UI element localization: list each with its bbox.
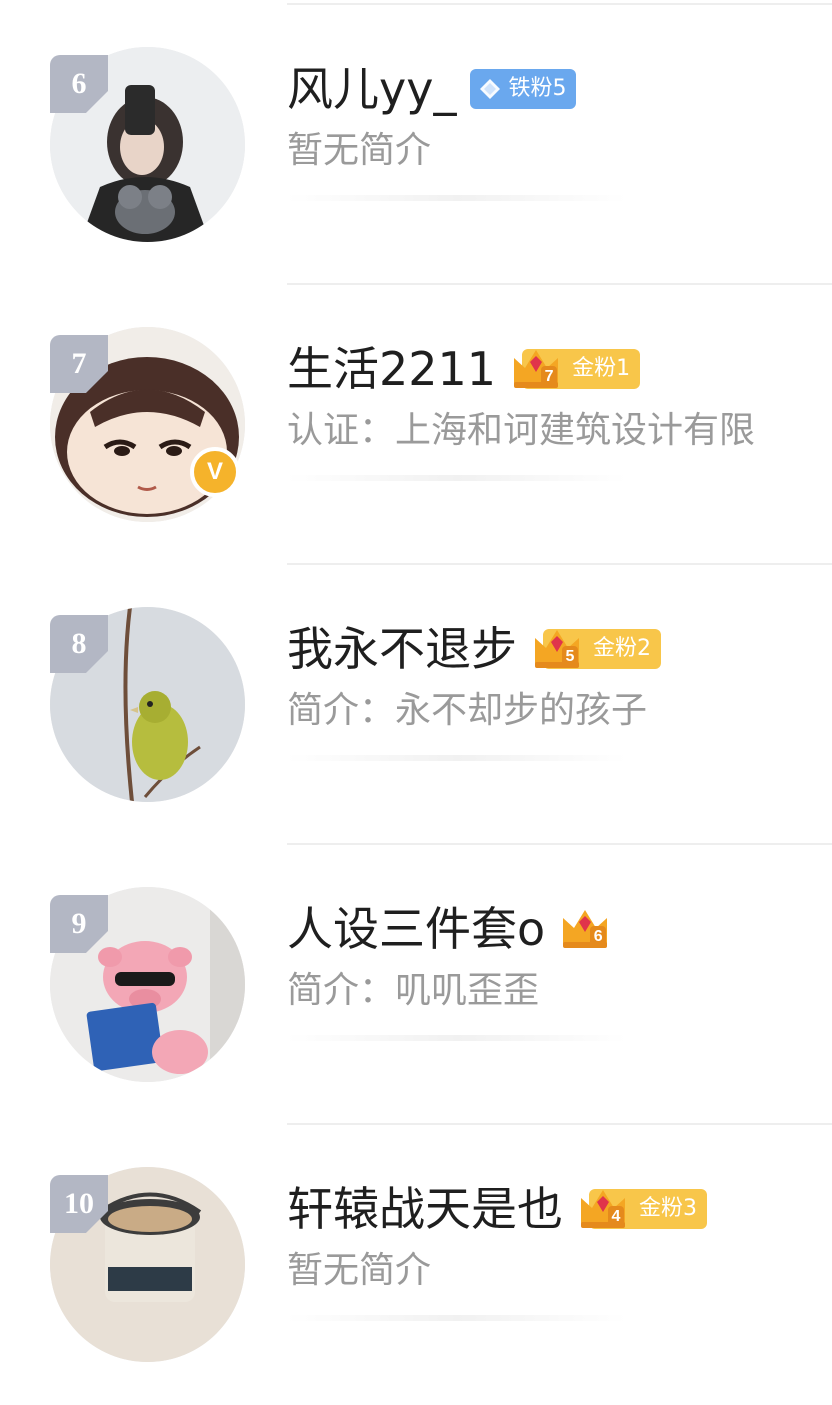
name-line: 生活2211 7 金粉1 [287, 337, 832, 401]
fan-bio: 简介：叽叽歪歪 [287, 970, 540, 1011]
fan-bio: 简介：永不却步的孩子 [287, 690, 648, 731]
list-item[interactable]: 10 轩辕战天是也 4 金粉3 暂无简介 [0, 1125, 832, 1405]
badge-label: 金粉1 [572, 356, 631, 381]
fan-bio: 暂无简介 [287, 1250, 432, 1291]
fan-name[interactable]: 轩辕战天是也 [287, 1177, 563, 1241]
avatar-container[interactable]: 9 [50, 887, 245, 1082]
fan-ranking-list: 6 风儿yy_ 铁粉5 暂无简介 7 V 生活2211 7 金粉1 认证：上海和… [0, 5, 832, 1405]
badge-label: 金粉2 [593, 636, 651, 661]
iron-fan-badge: 铁粉5 [470, 69, 577, 109]
faded-text-line [287, 1315, 627, 1321]
list-item[interactable]: 9 人设三件套o 6 简介：叽叽歪歪 [0, 845, 832, 1125]
badge-label: 金粉3 [639, 1196, 697, 1221]
fan-name[interactable]: 人设三件套o [287, 897, 545, 961]
iron-badge-pill: 铁粉5 [470, 69, 577, 109]
gold-fan-badge: 5 金粉2 [531, 629, 661, 669]
gold-fan-badge: 4 金粉3 [577, 1189, 707, 1229]
fan-name[interactable]: 生活2211 [287, 337, 496, 401]
fan-bio: 暂无简介 [287, 130, 432, 171]
crown-icon: 5 [531, 626, 583, 672]
badge-label: 铁粉5 [508, 76, 567, 101]
name-line: 我永不退步 5 金粉2 [287, 617, 832, 681]
crown-level: 5 [562, 646, 578, 668]
fan-name[interactable]: 我永不退步 [287, 617, 517, 681]
crown-icon: 7 [510, 346, 562, 392]
crown-icon: 6 [559, 906, 611, 952]
name-line: 轩辕战天是也 4 金粉3 [287, 1177, 832, 1241]
avatar-container[interactable]: 6 [50, 47, 245, 242]
list-item[interactable]: 6 风儿yy_ 铁粉5 暂无简介 [0, 5, 832, 285]
fan-bio: 认证：上海和诃建筑设计有限 [287, 410, 756, 451]
list-item[interactable]: 8 我永不退步 5 金粉2 简介：永不却步的孩子 [0, 565, 832, 845]
fan-info: 风儿yy_ 铁粉5 暂无简介 [287, 57, 832, 201]
fan-info: 生活2211 7 金粉1 认证：上海和诃建筑设计有限 [287, 337, 832, 481]
verified-v-icon: V [190, 447, 240, 497]
diamond-icon [480, 79, 501, 99]
crown-icon: 4 [577, 1186, 629, 1232]
avatar-container[interactable]: 7 V [50, 327, 245, 522]
gold-fan-badge: 7 金粉1 [510, 346, 641, 392]
list-item[interactable]: 7 V 生活2211 7 金粉1 认证：上海和诃建筑设计有限 [0, 285, 832, 565]
faded-text-line [287, 195, 627, 201]
name-line: 人设三件套o 6 [287, 897, 832, 961]
name-line: 风儿yy_ 铁粉5 [287, 57, 832, 121]
gold-fan-badge: 6 [559, 909, 611, 949]
fan-info: 我永不退步 5 金粉2 简介：永不却步的孩子 [287, 617, 832, 761]
fan-info: 人设三件套o 6 简介：叽叽歪歪 [287, 897, 832, 1041]
faded-text-line [287, 475, 627, 481]
faded-text-line [287, 1035, 627, 1041]
crown-level: 6 [590, 926, 607, 948]
crown-level: 4 [608, 1206, 624, 1228]
fan-name[interactable]: 风儿yy_ [287, 57, 456, 121]
faded-text-line [287, 755, 627, 761]
fan-info: 轩辕战天是也 4 金粉3 暂无简介 [287, 1177, 832, 1321]
avatar-container[interactable]: 10 [50, 1167, 245, 1362]
avatar-container[interactable]: 8 [50, 607, 245, 802]
crown-level: 7 [541, 366, 558, 388]
